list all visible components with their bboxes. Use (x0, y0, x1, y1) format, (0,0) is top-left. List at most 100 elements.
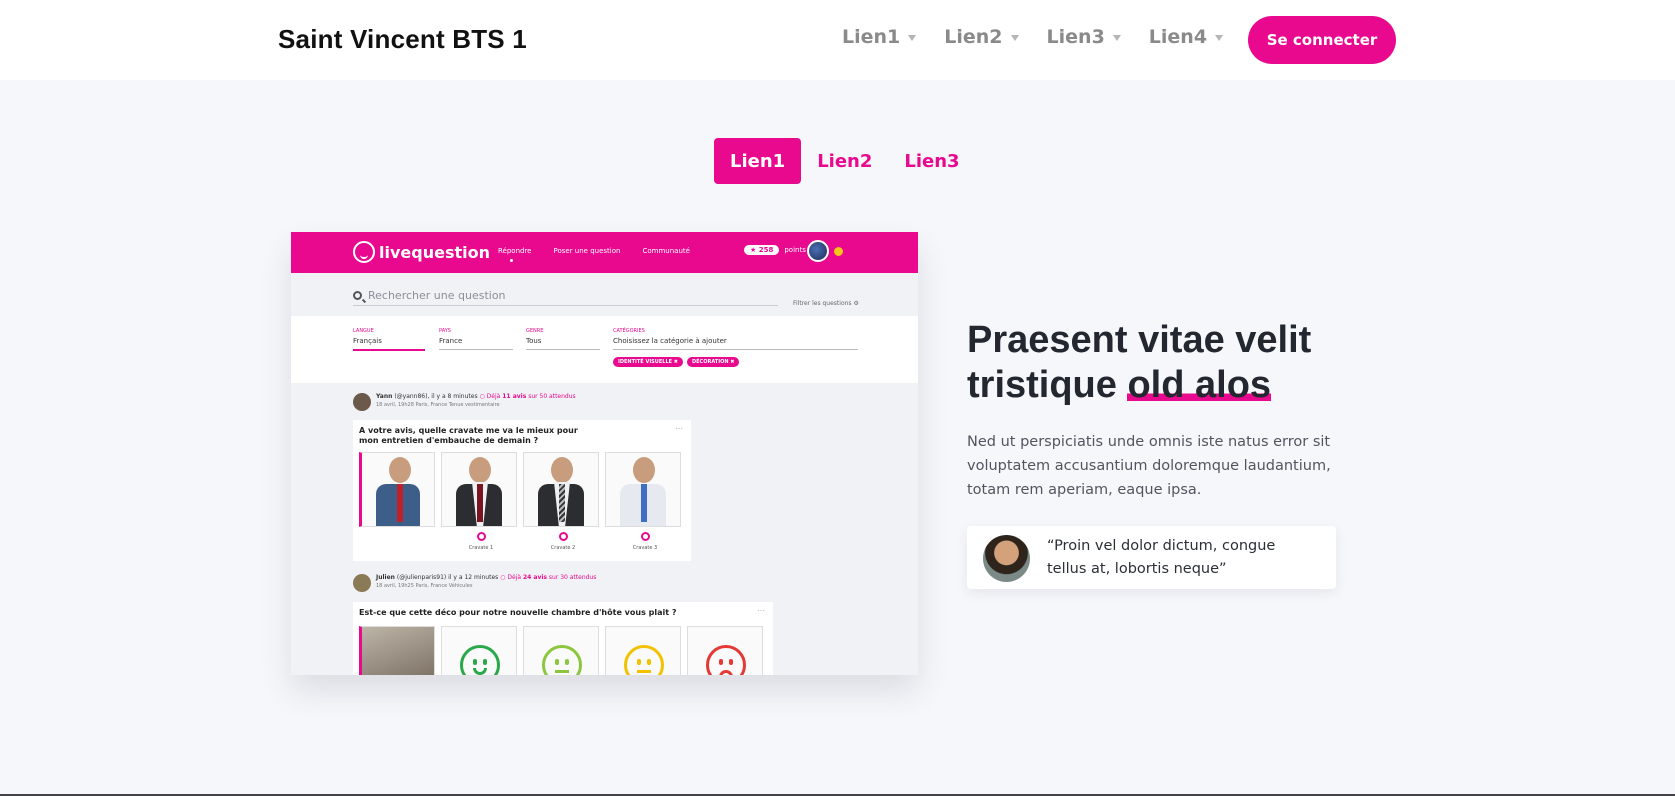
nav-label: Lien4 (1148, 26, 1208, 48)
nav-label: Lien1 (842, 26, 901, 48)
votes-suffix: sur 50 attendus (528, 393, 576, 400)
filter-label: Filtrer les questions (793, 300, 852, 307)
filter-genre: GENRE Tous (526, 328, 600, 350)
search-icon (353, 291, 362, 300)
mouth (555, 670, 569, 673)
mock-filters: LANGUE Français PAYS France GENRE Tous C… (291, 316, 918, 383)
mock-nav-item: Poser une question (553, 247, 621, 255)
filter-label: CATÉGORIES (613, 328, 645, 334)
comment-icon: ○ (479, 393, 485, 400)
chip: DÉCORATION ✖ (686, 357, 740, 367)
more-icon: ⋯ (675, 424, 683, 433)
person-image (469, 457, 491, 483)
filter-value: Tous (526, 337, 600, 350)
radio-icon (477, 532, 486, 541)
votes-prefix: Déjà (486, 393, 501, 400)
option-label: Cravate 3 (632, 545, 658, 551)
category-chips: IDENTITÉ VISUELLE ✖ DÉCORATION ✖ (613, 357, 740, 367)
headline-highlight: old alos (1127, 364, 1272, 406)
nav-item-lien1[interactable]: Lien1 (842, 26, 917, 48)
mock-search-placeholder: Rechercher une question (368, 289, 506, 302)
caret-down-icon (1112, 35, 1121, 41)
meh-face-icon (624, 645, 664, 675)
filter-value: Choisissez la catégorie à ajouter (613, 337, 858, 350)
post-header: Julien (@julienparis91) il y a 12 minute… (353, 574, 596, 592)
top-navbar: Saint Vincent BTS 1 Lien1 Lien2 Lien3 Li… (0, 0, 1675, 80)
tab-lien1[interactable]: Lien1 (714, 138, 802, 184)
avatar (983, 535, 1030, 582)
radio-icon (641, 532, 650, 541)
hero-headline: Praesent vitae velit tristique old alos (967, 318, 1347, 408)
mock-header: livequestion Répondre Poser une question… (291, 232, 918, 273)
option-image (687, 626, 763, 675)
mock-nav-item: Communauté (642, 247, 690, 255)
mock-points: ★ 258 points (744, 245, 806, 255)
option-image (523, 452, 599, 527)
option-thumbs (359, 452, 681, 527)
main-nav: Lien1 Lien2 Lien3 Lien4 (842, 26, 1224, 48)
nav-item-lien2[interactable]: Lien2 (944, 26, 1019, 48)
app-screenshot: livequestion Répondre Poser une question… (291, 232, 918, 675)
caret-down-icon (1215, 35, 1224, 41)
comment-icon: ○ (500, 574, 506, 581)
votes-prefix: Déjà (507, 574, 522, 581)
mock-app-name: livequestion (379, 242, 490, 262)
person-image (551, 457, 573, 483)
option-thumbs (359, 626, 763, 675)
filter-label: PAYS (439, 328, 451, 334)
question-card: Est-ce que cette déco pour notre nouvell… (353, 602, 773, 675)
mouth (637, 670, 651, 673)
tab-bar: Lien1 Lien2 Lien3 (714, 138, 976, 184)
radio-icon (559, 532, 568, 541)
tie-image (477, 484, 483, 522)
chat-bubble-icon (353, 241, 375, 263)
tab-lien2[interactable]: Lien2 (801, 138, 888, 184)
room-image (359, 626, 435, 675)
neutral-face-icon (542, 645, 582, 675)
points-label: points (784, 246, 806, 254)
mock-nav: Répondre Poser une question Communauté (498, 247, 690, 262)
question-text: Est-ce que cette déco pour notre nouvell… (359, 608, 677, 617)
filter-label: GENRE (526, 328, 544, 334)
option-image (441, 452, 517, 527)
hero-paragraph: Ned ut perspiciatis unde omnis iste natu… (967, 434, 1331, 498)
site-brand[interactable]: Saint Vincent BTS 1 (278, 24, 527, 55)
mock-avatar (807, 240, 829, 262)
post-meta: (@yann86), il y a 8 minutes (394, 393, 478, 400)
tie-image (397, 484, 403, 522)
mock-filter-link: Filtrer les questions ⚙ (793, 300, 859, 307)
avatar (353, 574, 371, 592)
filter-label: LANGUE (353, 328, 374, 334)
mock-nav-item: Répondre (498, 247, 532, 262)
votes-count: 11 avis (502, 393, 527, 400)
points-badge: ★ 258 (744, 245, 780, 255)
tie-image (559, 484, 565, 522)
question-text: A votre avis, quelle cravate me va le mi… (359, 426, 578, 445)
option-image (605, 452, 681, 527)
login-button[interactable]: Se connecter (1248, 16, 1396, 64)
tab-lien3[interactable]: Lien3 (888, 138, 975, 184)
mock-logo: livequestion (353, 241, 490, 263)
post-author: Julien (376, 574, 395, 581)
sad-face-icon (706, 645, 746, 675)
post-header: Yann (@yann86), il y a 8 minutes ○ Déjà … (353, 393, 576, 411)
nav-label: Lien2 (944, 26, 1003, 48)
nav-item-lien3[interactable]: Lien3 (1047, 26, 1121, 48)
filter-value: Français (353, 337, 425, 351)
post-sub: 18 avril, 19h25 Paris, France Véhicules (376, 583, 473, 589)
option-image (359, 452, 435, 527)
filter-categories: CATÉGORIES Choisissez la catégorie à ajo… (613, 328, 858, 350)
happy-face-icon (460, 645, 500, 675)
option-label: Cravate 2 (550, 545, 576, 551)
points-value: 258 (758, 246, 774, 254)
caret-down-icon (1010, 35, 1019, 41)
post-author: Yann (376, 393, 393, 400)
filter-value: France (439, 337, 513, 350)
mouth (719, 670, 733, 675)
option-image (605, 626, 681, 675)
votes-count: 24 avis (522, 574, 547, 581)
nav-item-lien4[interactable]: Lien4 (1148, 26, 1224, 48)
filter-pays: PAYS France (439, 328, 513, 350)
filter-langue: LANGUE Français (353, 328, 425, 351)
option-label: Cravate 1 (468, 545, 494, 551)
